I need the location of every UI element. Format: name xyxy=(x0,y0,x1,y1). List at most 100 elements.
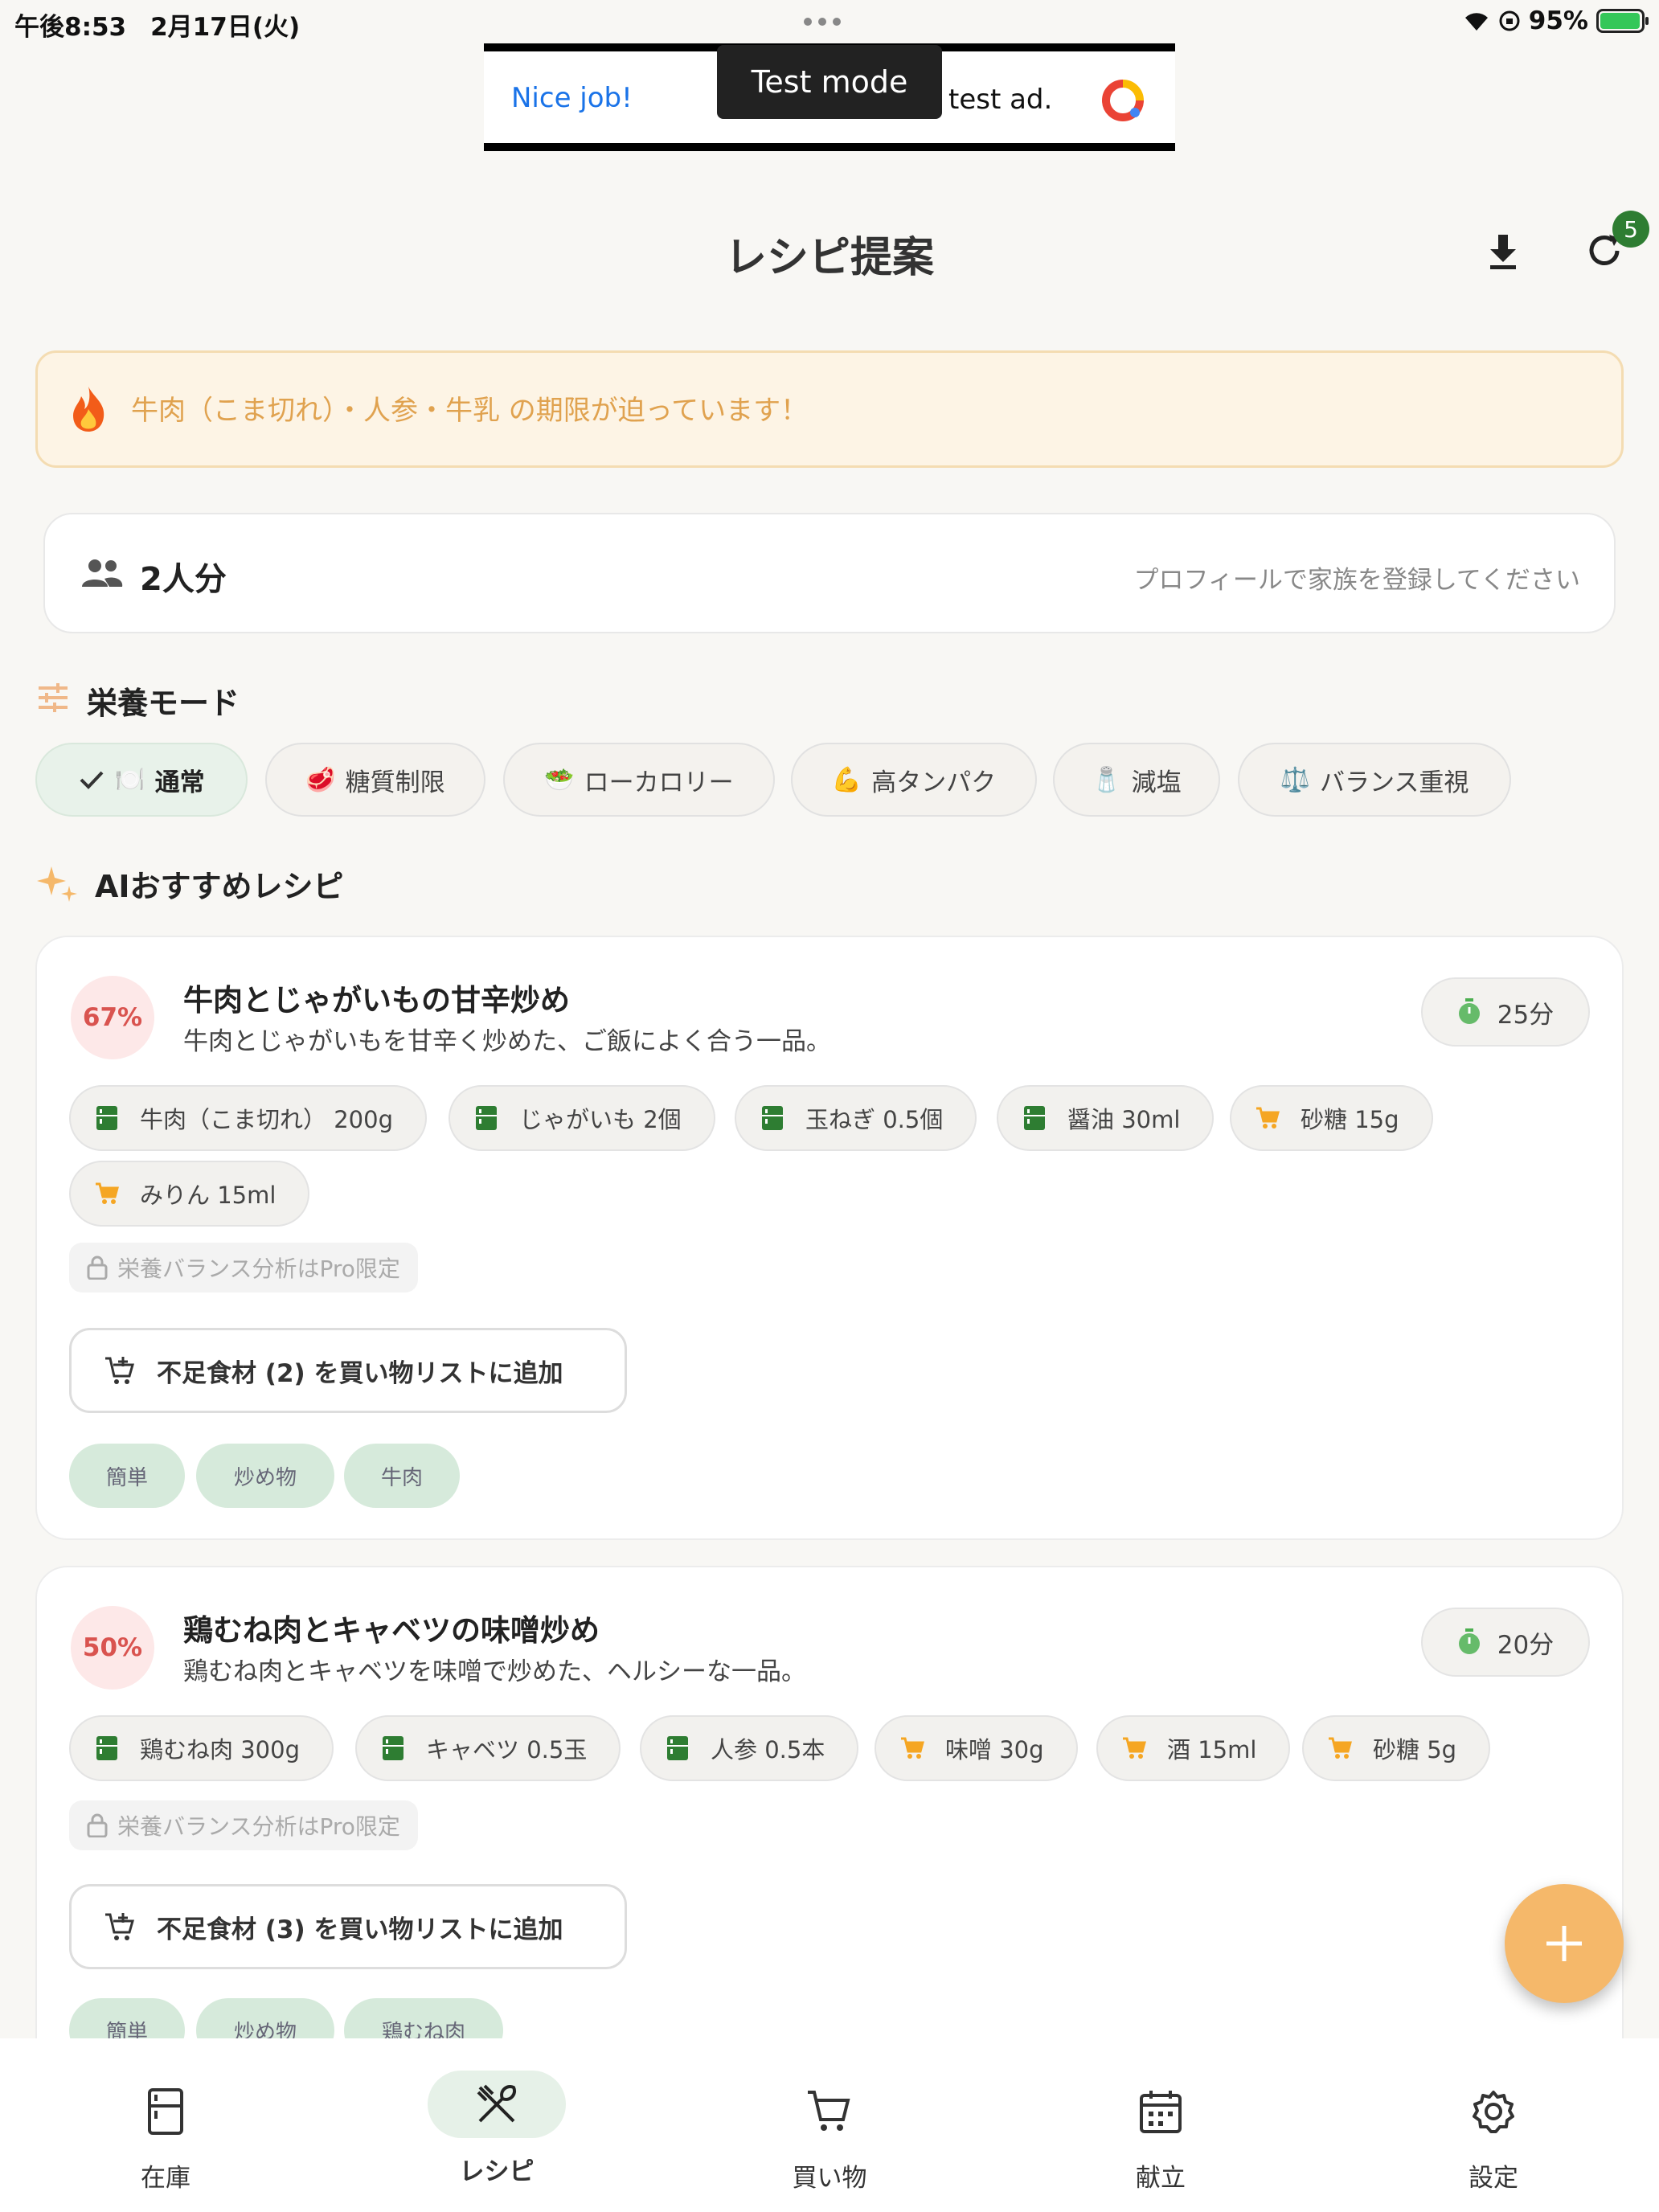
fridge-icon xyxy=(96,1106,117,1130)
ad-banner[interactable]: Nice job! test ad. Test mode xyxy=(484,43,1175,151)
servings-card[interactable]: 2人分 プロフィールで家族を登録してください xyxy=(43,513,1616,633)
ingredient-chip: 鶏むね肉 300g xyxy=(69,1715,334,1781)
cart-icon xyxy=(808,2091,850,2131)
mode-chip-label: ローカロリー xyxy=(584,768,734,797)
mode-chip-low-carb[interactable]: 🥩 糖質制限 xyxy=(265,743,485,817)
recipe-card[interactable]: 67% 牛肉とじゃがいもの甘辛炒め 牛肉とじゃがいもを甘辛く炒めた、ご飯によく合… xyxy=(35,936,1624,1540)
ad-test-text: test ad. xyxy=(948,84,1053,116)
fridge-icon xyxy=(667,1736,688,1760)
mode-chip-balanced[interactable]: ⚖️ バランス重視 xyxy=(1238,743,1511,817)
people-icon xyxy=(82,559,123,587)
ingredient-chip: みりん 15ml xyxy=(69,1161,310,1227)
sparkle-icon xyxy=(37,866,77,902)
mode-chip-label: 糖質制限 xyxy=(345,768,445,797)
tune-icon xyxy=(39,683,68,712)
download-icon[interactable] xyxy=(1479,227,1527,275)
ingredient-chip: 酒 15ml xyxy=(1096,1715,1291,1781)
recipe-title: 牛肉とじゃがいもの甘辛炒め xyxy=(183,983,570,1018)
recipe-card[interactable]: 50% 鶏むね肉とキャベツの味噌炒め 鶏むね肉とキャベツを味噌で炒めた、ヘルシー… xyxy=(35,1566,1624,2080)
ad-nice-text: Nice job! xyxy=(511,82,633,114)
add-missing-to-shopping-button[interactable]: 不足食材 (2) を買い物リストに追加 xyxy=(69,1328,627,1413)
status-bar-left: 午後8:53 2月17日(火) xyxy=(14,6,300,43)
mode-chip-label: 通常 xyxy=(154,768,205,797)
cook-time-chip: 20分 xyxy=(1421,1608,1590,1677)
match-percent-badge: 67% xyxy=(71,976,154,1059)
cart-icon xyxy=(901,1737,924,1759)
refresh-count-badge: 5 xyxy=(1612,211,1649,248)
battery-icon xyxy=(1596,9,1649,33)
mode-chip-label: 減塩 xyxy=(1131,768,1182,797)
cart-icon xyxy=(1329,1737,1352,1759)
status-bar-right: 95% xyxy=(1463,6,1649,35)
status-time: 午後8:53 xyxy=(14,13,127,42)
timer-icon xyxy=(1458,1628,1480,1654)
pro-lock-notice[interactable]: 栄養バランス分析はPro限定 xyxy=(69,1243,418,1292)
nav-label: 献立 xyxy=(1136,2164,1186,2193)
mode-chip-label: 高タンパク xyxy=(871,768,997,797)
nav-item-shopping[interactable]: 買い物 xyxy=(664,2038,995,2212)
meat-icon: 🥩 xyxy=(305,765,336,794)
lock-icon xyxy=(87,1256,108,1280)
ad-test-mode-label: Test mode xyxy=(717,45,942,119)
nav-item-meal-plan[interactable]: 献立 xyxy=(995,2038,1326,2212)
mode-chip-low-calorie[interactable]: 🥗 ローカロリー xyxy=(503,743,775,817)
nav-label: レシピ xyxy=(459,2157,535,2186)
ingredient-chip: 人参 0.5本 xyxy=(640,1715,859,1781)
nav-item-settings[interactable]: 設定 xyxy=(1328,2038,1659,2212)
ingredient-chip: 醤油 30ml xyxy=(997,1085,1215,1151)
page-title: レシピ提案 xyxy=(724,234,934,282)
cook-time-chip: 25分 xyxy=(1421,977,1590,1047)
cook-time: 20分 xyxy=(1497,1630,1555,1660)
ai-recipes-title: AIおすすめレシピ xyxy=(95,869,344,904)
pro-lock-notice[interactable]: 栄養バランス分析はPro限定 xyxy=(69,1800,418,1850)
ad-logo-icon xyxy=(1102,80,1144,121)
scale-icon: ⚖️ xyxy=(1280,765,1310,794)
fridge-icon xyxy=(148,2088,183,2135)
cart-icon xyxy=(1256,1107,1280,1129)
mode-chip-low-salt[interactable]: 🧂 減塩 xyxy=(1053,743,1220,817)
wifi-icon xyxy=(1464,13,1488,31)
status-date: 2月17日(火) xyxy=(150,13,301,42)
nav-label: 買い物 xyxy=(792,2164,867,2193)
ingredient-chip: キャベツ 0.5玉 xyxy=(355,1715,621,1781)
plus-icon xyxy=(1546,1926,1582,1961)
expiry-warning-banner: 牛肉（こま切れ）・人参・牛乳 の期限が迫っています！ xyxy=(35,350,1624,468)
add-missing-to-shopping-button[interactable]: 不足食材 (3) を買い物リストに追加 xyxy=(69,1884,627,1969)
add-fab-button[interactable] xyxy=(1505,1884,1624,2003)
battery-percent: 95% xyxy=(1528,6,1588,35)
nav-item-inventory[interactable]: 在庫 xyxy=(0,2038,331,2212)
mode-chip-normal[interactable]: 🍽️ 通常 xyxy=(35,743,248,817)
ingredient-chip: 牛肉（こま切れ） 200g xyxy=(69,1085,427,1151)
ingredient-chip: 砂糖 15g xyxy=(1230,1085,1433,1151)
gear-icon xyxy=(1473,2091,1514,2133)
fridge-icon xyxy=(476,1106,497,1130)
calendar-icon xyxy=(1140,2091,1182,2133)
ingredient-chip: じゃがいも 2個 xyxy=(449,1085,715,1151)
bottom-navigation: 在庫 レシピ 買い物 献立 設定 xyxy=(0,2038,1659,2212)
cart-icon xyxy=(1123,1737,1146,1759)
fridge-icon xyxy=(1024,1106,1045,1130)
nav-label: 在庫 xyxy=(141,2164,190,2193)
mode-chip-high-protein[interactable]: 💪 高タンパク xyxy=(791,743,1037,817)
salt-icon: 🧂 xyxy=(1092,765,1122,794)
fire-icon xyxy=(73,387,104,432)
cart-icon xyxy=(96,1182,119,1204)
timer-icon xyxy=(1458,998,1480,1024)
recipe-description: 牛肉とじゃがいもを甘辛く炒めた、ご飯によく合う一品。 xyxy=(183,1027,831,1056)
recipe-tag: 炒め物 xyxy=(196,1444,334,1508)
ingredient-chip: 味噌 30g xyxy=(875,1715,1078,1781)
recipe-title: 鶏むね肉とキャベツの味噌炒め xyxy=(183,1613,600,1648)
orientation-lock-icon xyxy=(1499,10,1520,31)
utensils-icon xyxy=(477,2084,516,2123)
nutrition-mode-title: 栄養モード xyxy=(87,686,240,721)
check-icon xyxy=(80,771,104,789)
fridge-icon xyxy=(96,1736,117,1760)
servings-count: 2人分 xyxy=(140,561,227,598)
multitask-dots-icon[interactable] xyxy=(804,18,841,26)
fridge-icon xyxy=(762,1106,783,1130)
recipe-description: 鶏むね肉とキャベツを味噌で炒めた、ヘルシーな一品。 xyxy=(183,1657,806,1686)
match-percent-badge: 50% xyxy=(71,1606,154,1690)
nav-item-recipe[interactable]: レシピ xyxy=(331,2038,662,2212)
salad-icon: 🥗 xyxy=(544,765,575,794)
add-cart-icon xyxy=(105,1357,134,1384)
